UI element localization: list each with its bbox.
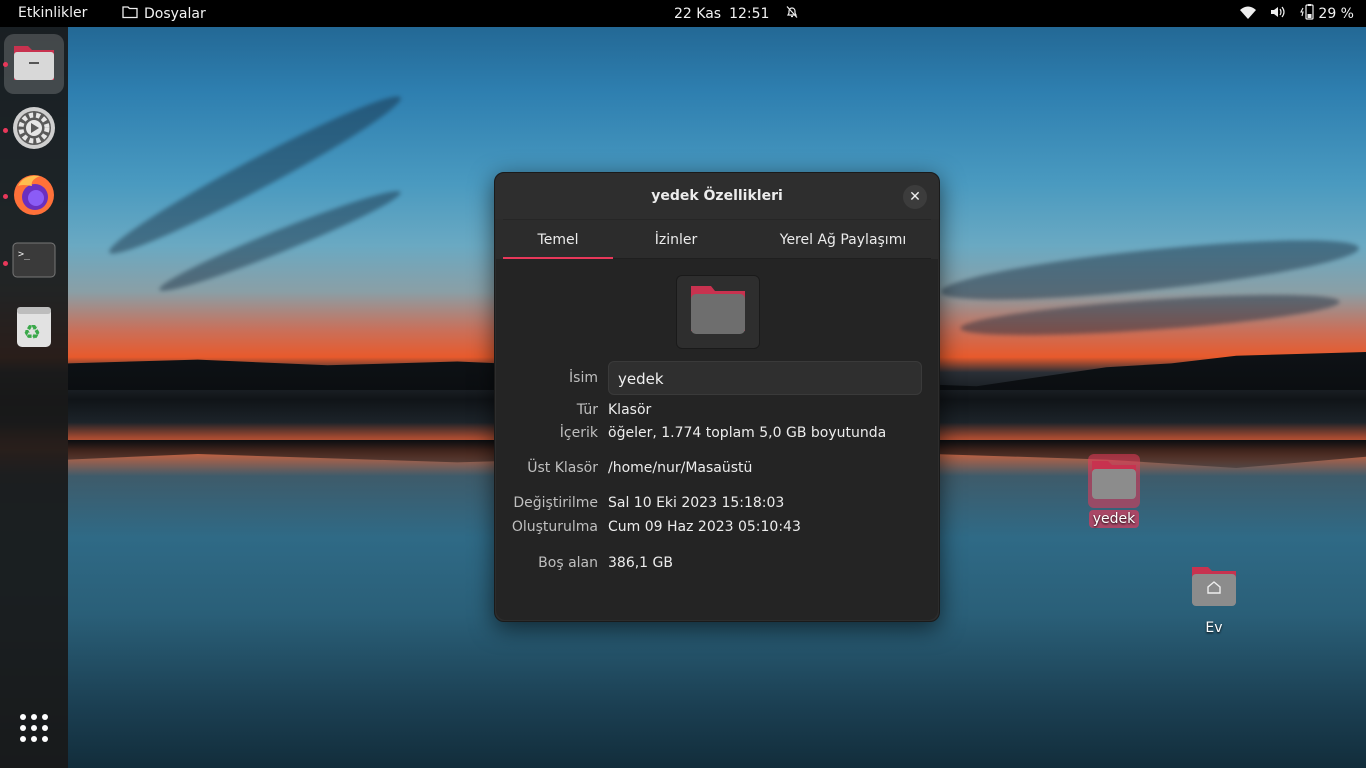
dialog-title: yedek Özellikleri (651, 188, 783, 204)
volume-icon (1270, 5, 1286, 23)
files-icon (12, 42, 56, 86)
running-indicator (3, 128, 8, 133)
created-label: Oluşturulma (511, 519, 598, 535)
tab-basic[interactable]: Temel (503, 220, 613, 260)
properties-dialog: yedek Özellikleri ✕ Temel İzinler Yerel … (494, 172, 940, 622)
firefox-icon (12, 172, 56, 220)
wifi-icon (1240, 6, 1257, 23)
notifications-muted-icon (785, 5, 799, 23)
desktop-icon-yedek[interactable]: yedek (1088, 454, 1140, 528)
top-bar: Etkinlikler Dosyalar 22 Kas 12:51 29 % (0, 0, 1366, 27)
free-space-label: Boş alan (538, 555, 598, 571)
activities-button[interactable]: Etkinlikler (18, 5, 87, 21)
contents-value: öğeler, 1.774 toplam 5,0 GB boyutunda (608, 425, 887, 441)
svg-text:♻: ♻ (23, 320, 41, 344)
desktop-icon-label: yedek (1088, 510, 1140, 528)
svg-text:>_: >_ (18, 249, 31, 260)
type-label: Tür (576, 402, 598, 418)
dialog-header: yedek Özellikleri ✕ (495, 173, 939, 219)
terminal-icon: >_ (12, 242, 56, 282)
battery-percent: 29 % (1318, 6, 1354, 22)
modified-value: Sal 10 Eki 2023 15:18:03 (608, 495, 785, 511)
show-apps-button[interactable] (4, 700, 64, 760)
running-indicator (3, 194, 8, 199)
free-space-value: 386,1 GB (608, 555, 673, 571)
dock: >_ ♻ (0, 27, 68, 768)
desktop-icon-label: Ev (1205, 620, 1223, 636)
name-label: İsim (569, 370, 598, 386)
parent-folder-label: Üst Klasör (527, 460, 598, 476)
dialog-body: İsim yedek Tür Klasör İçerik öğeler, 1.7… (496, 259, 938, 620)
dock-item-firefox[interactable] (4, 166, 64, 226)
desktop-icon-home[interactable]: Ev (1190, 565, 1238, 637)
folder-icon (689, 284, 747, 340)
clock[interactable]: 22 Kas 12:51 (674, 5, 799, 23)
icon-frame (1190, 565, 1238, 611)
folder-icon (122, 5, 138, 23)
close-button[interactable]: ✕ (903, 185, 927, 209)
trash-icon: ♻ (14, 305, 54, 353)
system-tray[interactable]: 29 % (1240, 4, 1354, 24)
folder-icon (1090, 461, 1138, 505)
type-value: Klasör (608, 402, 652, 418)
icon-frame (1088, 454, 1140, 508)
app-grid-icon (19, 713, 49, 747)
running-indicator (3, 261, 8, 266)
close-icon: ✕ (909, 189, 921, 205)
parent-folder-value[interactable]: /home/nur/Masaüstü (608, 460, 752, 476)
dock-item-terminal[interactable]: >_ (4, 232, 64, 292)
app-menu-label: Dosyalar (144, 6, 206, 22)
battery-indicator: 29 % (1300, 4, 1354, 24)
battery-icon (1300, 4, 1315, 24)
clock-time: 12:51 (729, 6, 770, 22)
tab-bar: Temel İzinler Yerel Ağ Paylaşımı (503, 219, 933, 260)
modified-label: Değiştirilme (513, 495, 598, 511)
clock-date: 22 Kas (674, 6, 722, 22)
running-indicator (3, 62, 8, 67)
tab-local-network-share[interactable]: Yerel Ağ Paylaşımı (753, 220, 933, 260)
created-value: Cum 09 Haz 2023 05:10:43 (608, 519, 801, 535)
tab-permissions[interactable]: İzinler (613, 220, 739, 260)
dock-item-files[interactable] (4, 34, 64, 94)
app-menu[interactable]: Dosyalar (122, 5, 206, 23)
contents-label: İçerik (559, 425, 598, 441)
name-input[interactable]: yedek (608, 361, 922, 395)
folder-preview (676, 275, 760, 349)
dock-item-trash[interactable]: ♻ (4, 299, 64, 359)
settings-gear-icon (12, 106, 56, 154)
home-folder-icon (1190, 567, 1238, 611)
dock-item-settings[interactable] (4, 100, 64, 160)
